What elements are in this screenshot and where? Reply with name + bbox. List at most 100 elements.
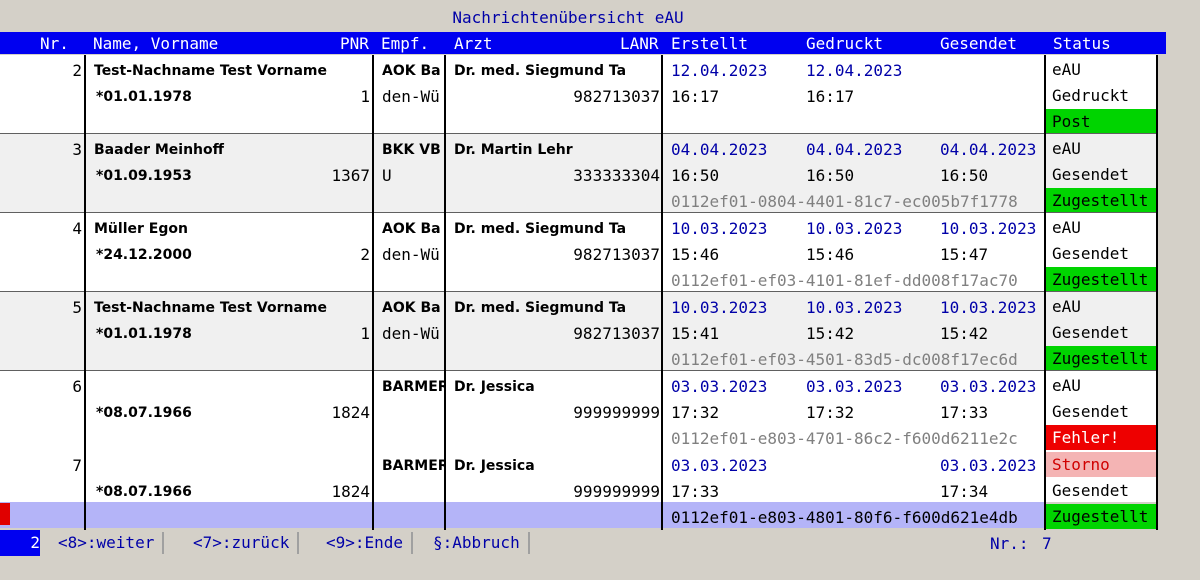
patient-name: Test-Nachname Test Vorname: [94, 63, 327, 79]
col-nr[interactable]: Nr.: [40, 34, 69, 53]
created-time: 17:33: [671, 482, 720, 501]
created-date: 12.04.2023: [671, 61, 768, 80]
printed-date: 04.04.2023: [806, 140, 903, 159]
table-row[interactable]: 7 *08.07.1966 1824 BARMER Dr. Jessica 9999999…: [0, 450, 1158, 529]
zurueck-key-button[interactable]: <7>:zurück: [185, 532, 300, 554]
col-pnr[interactable]: PNR: [340, 34, 369, 53]
weiter-key-button[interactable]: <8>:weiter: [50, 532, 165, 554]
recipient-line2: den-Wü: [382, 87, 440, 106]
doctor-name: Dr. Martin Lehr: [454, 142, 573, 158]
table-row[interactable]: 6 *08.07.1966 1824 BARMER Dr. Jessica 9999999…: [0, 371, 1158, 450]
lanr-value: 982713037: [573, 324, 660, 343]
col-status[interactable]: Status: [1053, 34, 1111, 53]
printed-time: 16:50: [806, 166, 855, 185]
status-delivery-badge: Zugestellt: [1046, 267, 1156, 292]
sent-time: 17:34: [940, 482, 989, 501]
column-divider: [372, 55, 374, 530]
sent-time: 15:47: [940, 245, 989, 264]
doctor-name: Dr. med. Siegmund Ta: [454, 63, 627, 79]
col-empf[interactable]: Empf.: [381, 34, 429, 53]
row-marker: [0, 503, 10, 525]
sent-date: 10.03.2023: [940, 298, 1037, 317]
function-key-bar: 2 <8>:weiter <7>:zurück <9>:Ende §:Abbru…: [0, 530, 1200, 556]
ende-key-button[interactable]: <9>:Ende: [318, 532, 414, 554]
message-table: 2 Test-Nachname Test Vorname *01.01.1978 1 A…: [0, 55, 1158, 530]
lanr-value: 982713037: [573, 87, 660, 106]
printed-date: 10.03.2023: [806, 298, 903, 317]
recipient-line1: AOK Ba: [382, 300, 441, 316]
status-state: Gesendet: [1052, 323, 1130, 342]
row-number: 5: [72, 298, 82, 317]
table-row[interactable]: 3 Baader Meinhoff *01.09.1953 1367 BKK VB U Dr…: [0, 134, 1158, 213]
abbruch-key-button[interactable]: §:Abbruch: [425, 532, 530, 554]
printed-time: 16:17: [806, 87, 855, 106]
table-row[interactable]: 5 Test-Nachname Test Vorname *01.01.1978 1 A…: [0, 292, 1158, 371]
status-delivery-badge: Zugestellt: [1046, 188, 1156, 213]
col-gedruckt[interactable]: Gedruckt: [806, 34, 883, 53]
patient-name: Müller Egon: [94, 221, 188, 237]
status-type: eAU: [1052, 218, 1081, 237]
printed-time: 15:46: [806, 245, 855, 264]
recipient-line2: den-Wü: [382, 245, 440, 264]
birth-date: *08.07.1966: [96, 484, 192, 500]
birth-date: *24.12.2000: [96, 247, 192, 263]
row-number: 4: [72, 219, 82, 238]
column-divider: [444, 55, 446, 530]
col-gesendet[interactable]: Gesendet: [940, 34, 1017, 53]
status-state: Gesendet: [1052, 244, 1130, 263]
pnr-value: 1824: [331, 482, 370, 501]
sent-date: 03.03.2023: [940, 456, 1037, 475]
col-name[interactable]: Name, Vorname: [93, 34, 218, 53]
column-divider: [661, 55, 663, 530]
table-row[interactable]: 4 Müller Egon *24.12.2000 2 AOK Ba den-Wü Dr. …: [0, 213, 1158, 292]
created-date: 03.03.2023: [671, 377, 768, 396]
doctor-name: Dr. Jessica: [454, 458, 535, 474]
recipient-line2: den-Wü: [382, 324, 440, 343]
status-type: Storno: [1046, 452, 1156, 477]
row-number: 3: [72, 140, 82, 159]
table-row[interactable]: 2 Test-Nachname Test Vorname *01.01.1978 1 A…: [0, 55, 1158, 134]
status-state: Gesendet: [1052, 481, 1130, 500]
sent-time: 16:50: [940, 166, 989, 185]
status-type: eAU: [1052, 376, 1081, 395]
column-divider: [84, 55, 86, 530]
status-state: Gesendet: [1052, 402, 1130, 421]
column-divider: [1044, 55, 1046, 530]
page-indicator: 2: [0, 530, 40, 556]
lanr-value: 333333304: [573, 166, 660, 185]
col-erstellt[interactable]: Erstellt: [671, 34, 748, 53]
message-guid: 0112ef01-ef03-4501-83d5-dc008f17ec6d: [671, 350, 1018, 369]
birth-date: *01.01.1978: [96, 89, 192, 105]
recipient-line1: BARMER: [382, 458, 444, 474]
created-time: 15:46: [671, 245, 720, 264]
sent-time: 15:42: [940, 324, 989, 343]
message-guid: 0112ef01-e803-4701-86c2-f600d6211e2c: [671, 429, 1018, 448]
created-date: 10.03.2023: [671, 219, 768, 238]
recipient-line1: BARMER: [382, 379, 444, 395]
status-delivery-badge: Zugestellt: [1046, 504, 1156, 529]
patient-name: Test-Nachname Test Vorname: [94, 300, 327, 316]
col-lanr[interactable]: LANR: [620, 34, 659, 53]
count-label: Nr.:: [990, 534, 1029, 553]
created-date: 04.04.2023: [671, 140, 768, 159]
lanr-value: 999999999: [573, 403, 660, 422]
count-value: 7: [1042, 534, 1052, 553]
pnr-value: 1367: [331, 166, 370, 185]
col-arzt[interactable]: Arzt: [454, 34, 493, 53]
recipient-line2: U: [382, 166, 392, 185]
created-date: 03.03.2023: [671, 456, 768, 475]
birth-date: *08.07.1966: [96, 405, 192, 421]
pnr-value: 1: [360, 87, 370, 106]
recipient-line1: AOK Ba: [382, 63, 441, 79]
doctor-name: Dr. med. Siegmund Ta: [454, 300, 627, 316]
created-date: 10.03.2023: [671, 298, 768, 317]
birth-date: *01.01.1978: [96, 326, 192, 342]
doctor-name: Dr. Jessica: [454, 379, 535, 395]
column-header-bar: Nr. Name, Vorname PNR Empf. Arzt LANR Er…: [0, 32, 1166, 54]
printed-time: 15:42: [806, 324, 855, 343]
status-delivery-badge: Post: [1046, 109, 1156, 134]
status-state: Gedruckt: [1052, 86, 1130, 105]
doctor-name: Dr. med. Siegmund Ta: [454, 221, 627, 237]
sent-date: 03.03.2023: [940, 377, 1037, 396]
recipient-line1: BKK VB: [382, 142, 441, 158]
